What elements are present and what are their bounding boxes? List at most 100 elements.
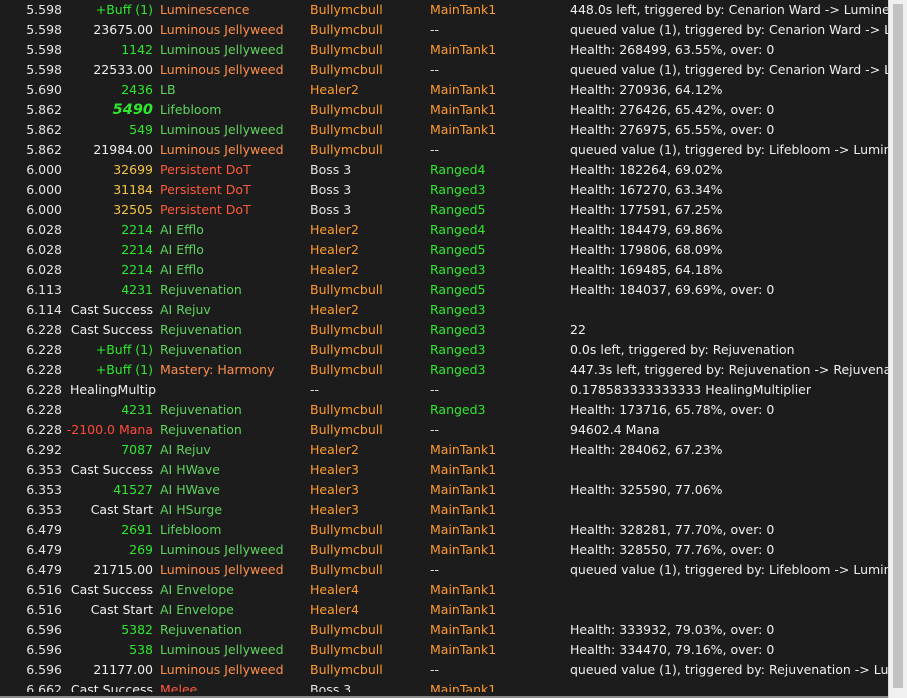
log-value: Cast Success (70, 462, 153, 477)
log-info: 0.178583333333333 HealingMultiplier (570, 382, 812, 397)
log-time: 5.598 (26, 2, 62, 17)
log-time: 6.479 (26, 562, 62, 577)
log-row[interactable]: 6.516 Cast Success AI Envelope Healer4 MainT… (0, 580, 888, 600)
log-row[interactable]: 6.596 21177.00 Luminous Jellyweed Bullymcbu… (0, 660, 888, 680)
log-row[interactable]: 6.228 +Buff (1) Mastery: Harmony Bullymcbul… (0, 360, 888, 380)
log-target: -- (430, 382, 440, 397)
log-value: 23675.00 (93, 22, 153, 37)
log-target: MainTank1 (430, 2, 497, 17)
log-info: Health: 169485, 64.18% (570, 262, 723, 277)
log-row[interactable]: 6.353 Cast Success AI HWave Healer3 MainTank… (0, 460, 888, 480)
log-source: Boss 3 (310, 202, 352, 217)
log-row[interactable]: 6.479 2691 Lifebloom Bullymcbull MainTank1 He… (0, 520, 888, 540)
log-target: Ranged3 (430, 302, 486, 317)
log-row[interactable]: 5.862 549 Luminous Jellyweed Bullymcbull Mai… (0, 120, 888, 140)
log-source: Healer2 (310, 82, 360, 97)
log-spell: AI Envelope (160, 602, 234, 617)
log-row[interactable]: 6.000 31184 Persistent DoT Boss 3 Ranged3 Hea… (0, 180, 888, 200)
log-spell: Rejuvenation (160, 282, 242, 297)
log-value: 2214 (121, 222, 153, 237)
log-row[interactable]: 6.028 2214 AI Efflo Healer2 Ranged3 Health: 1… (0, 260, 888, 280)
log-spell: Luminous Jellyweed (160, 42, 284, 57)
log-row[interactable]: 6.596 538 Luminous Jellyweed Bullymcbull Mai… (0, 640, 888, 660)
log-value: 5382 (121, 622, 153, 637)
log-row[interactable]: 6.113 4231 Rejuvenation Bullymcbull Ranged5 H… (0, 280, 888, 300)
log-target: -- (430, 562, 440, 577)
log-source: Healer2 (310, 262, 360, 277)
log-time: 6.596 (26, 642, 62, 657)
log-row[interactable]: 5.862 5490 Lifebloom Bullymcbull MainTank1 He… (0, 100, 888, 120)
log-row[interactable]: 5.598 22533.00 Luminous Jellyweed Bullymcbu… (0, 60, 888, 80)
log-row[interactable]: 6.228 Cast Success Rejuvenation Bullymcbull… (0, 320, 888, 340)
log-time: 6.000 (26, 202, 62, 217)
log-spell: AI Efflo (160, 242, 204, 257)
log-target: Ranged4 (430, 162, 486, 177)
log-row[interactable]: 6.228 +Buff (1) Rejuvenation Bullymcbull Ran… (0, 340, 888, 360)
log-source: Bullymcbull (310, 522, 383, 537)
log-target: MainTank1 (430, 462, 497, 477)
log-row[interactable]: 6.596 5382 Rejuvenation Bullymcbull MainTank… (0, 620, 888, 640)
log-info: Health: 270936, 64.12% (570, 82, 723, 97)
log-row[interactable]: 6.353 Cast Start AI HSurge Healer3 MainTank1 (0, 500, 888, 520)
log-row[interactable]: 6.228 HealingMultiplier -- -- 0.178583333333… (0, 380, 888, 400)
log-row[interactable]: 6.479 269 Luminous Jellyweed Bullymcbull Mai… (0, 540, 888, 560)
log-source: Bullymcbull (310, 22, 383, 37)
log-row[interactable]: 6.028 2214 AI Efflo Healer2 Ranged4 Health: 1… (0, 220, 888, 240)
log-row[interactable]: 6.292 7087 AI Rejuv Healer2 MainTank1 Health:… (0, 440, 888, 460)
log-row[interactable]: 6.228 4231 Rejuvenation Bullymcbull Ranged3 H… (0, 400, 888, 420)
log-time: 5.862 (26, 122, 62, 137)
log-spell: Luminous Jellyweed (160, 642, 284, 657)
log-target: Ranged5 (430, 282, 486, 297)
log-source: Bullymcbull (310, 142, 383, 157)
log-row[interactable]: 6.479 21715.00 Luminous Jellyweed Bullymcbu… (0, 560, 888, 580)
log-spell: Luminous Jellyweed (160, 542, 284, 557)
log-time: 6.516 (26, 602, 62, 617)
log-info: Health: 284062, 67.23% (570, 442, 723, 457)
log-row[interactable]: 6.028 2214 AI Efflo Healer2 Ranged5 Health: 1… (0, 240, 888, 260)
log-source: Healer2 (310, 442, 360, 457)
log-time: 6.292 (26, 442, 62, 457)
log-time: 5.598 (26, 42, 62, 57)
log-row[interactable]: 6.516 Cast Start AI Envelope Healer4 MainTan… (0, 600, 888, 620)
log-info: Health: 328281, 77.70%, over: 0 (570, 522, 775, 537)
log-target: -- (430, 142, 440, 157)
log-row[interactable]: 6.000 32505 Persistent DoT Boss 3 Ranged5 Hea… (0, 200, 888, 220)
log-target: MainTank1 (430, 522, 497, 537)
log-source: Bullymcbull (310, 402, 383, 417)
log-info: Health: 276426, 65.42%, over: 0 (570, 102, 775, 117)
log-spell: AI Efflo (160, 222, 204, 237)
log-row[interactable]: 5.598 1142 Luminous Jellyweed Bullymcbull Ma… (0, 40, 888, 60)
vertical-scrollbar[interactable] (888, 0, 907, 698)
log-row[interactable]: 5.690 2436 LB Healer2 MainTank1 Health: 27093… (0, 80, 888, 100)
log-time: 6.228 (26, 382, 62, 397)
log-spell: Rejuvenation (160, 322, 242, 337)
log-row[interactable]: 5.598 23675.00 Luminous Jellyweed Bullymcbu… (0, 20, 888, 40)
log-source: Bullymcbull (310, 622, 383, 637)
log-value: 2436 (121, 82, 153, 97)
log-source: Healer2 (310, 242, 360, 257)
log-target: -- (430, 62, 440, 77)
log-spell: Luminous Jellyweed (160, 662, 284, 677)
log-time: 6.000 (26, 162, 62, 177)
log-source: Bullymcbull (310, 562, 383, 577)
log-time: 6.479 (26, 522, 62, 537)
log-value: Cast Success (70, 322, 153, 337)
log-value: +Buff (1) (95, 342, 153, 357)
log-row[interactable]: 5.862 21984.00 Luminous Jellyweed Bullymcbu… (0, 140, 888, 160)
log-target: MainTank1 (430, 602, 497, 617)
log-source: Healer3 (310, 462, 360, 477)
log-row[interactable]: 6.228 -2100.0 Mana Rejuvenation Bullymcbull… (0, 420, 888, 440)
log-spell: Rejuvenation (160, 342, 242, 357)
log-row[interactable]: 5.598 +Buff (1) Luminescence Bullymcbull Mai… (0, 0, 888, 20)
log-info: Health: 328550, 77.76%, over: 0 (570, 542, 775, 557)
scrollbar-thumb[interactable] (893, 4, 903, 688)
combat-log-list: 5.598 +Buff (1) Luminescence Bullymcbull Mai… (0, 0, 888, 698)
log-value: 22533.00 (93, 62, 153, 77)
log-row[interactable]: 6.353 41527 AI HWave Healer3 MainTank1 Health… (0, 480, 888, 500)
combat-log-viewport[interactable]: 5.598 +Buff (1) Luminescence Bullymcbull Mai… (0, 0, 888, 698)
log-row[interactable]: 6.000 32699 Persistent DoT Boss 3 Ranged4 Hea… (0, 160, 888, 180)
log-info: queued value (1), triggered by: Cenarion… (570, 62, 888, 77)
log-row[interactable]: 6.114 Cast Success AI Rejuv Healer2 Ranged3 (0, 300, 888, 320)
log-spell: Persistent DoT (160, 202, 251, 217)
log-spell: Luminous Jellyweed (160, 562, 284, 577)
